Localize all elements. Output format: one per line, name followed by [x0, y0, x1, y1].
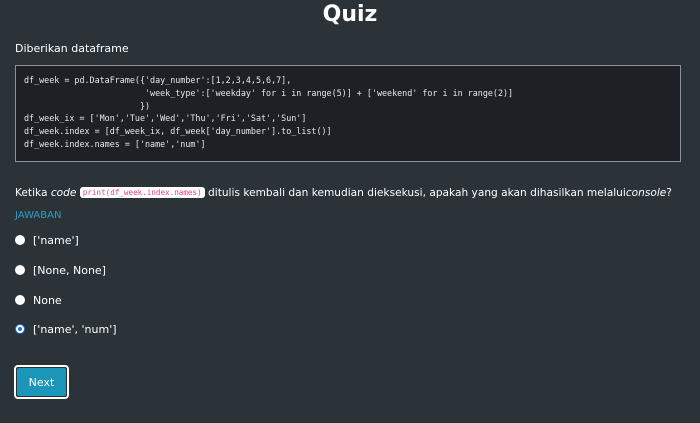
answer-option-label[interactable]: [None, None]	[33, 264, 106, 277]
radio-button[interactable]	[15, 295, 25, 305]
page-title: Quiz	[322, 2, 378, 27]
answer-label: JAWABAN	[15, 210, 62, 221]
next-button-focus-ring: Next	[14, 365, 69, 399]
quiz-page: Quiz Diberikan dataframe df_week = pd.Da…	[0, 0, 700, 423]
prompt-intro: Diberikan dataframe	[15, 42, 129, 55]
question-prefix: Ketika	[15, 187, 51, 199]
answer-option-2[interactable]: [None, None]	[15, 262, 106, 278]
code-line: df_week.index = [df_week_ix, df_week['da…	[24, 126, 332, 137]
code-line: df_week_ix = ['Mon','Tue','Wed','Thu','F…	[24, 113, 307, 124]
answer-option-label[interactable]: ['name']	[33, 234, 79, 247]
code-block: df_week = pd.DataFrame({'day_number':[1,…	[15, 65, 681, 162]
next-button[interactable]: Next	[17, 368, 66, 396]
question-suffix: ?	[666, 187, 672, 199]
answer-option-label[interactable]: None	[33, 294, 62, 307]
answer-option-label[interactable]: ['name', 'num']	[33, 323, 117, 336]
code-line: 'week_type':['weekday' for i in range(5)…	[24, 87, 514, 98]
code-line: df_week = pd.DataFrame({'day_number':[1,…	[24, 75, 292, 85]
radio-button[interactable]	[15, 265, 25, 275]
radio-button-selected[interactable]	[15, 324, 25, 334]
question-middle: ditulis kembali dan kemudian dieksekusi,…	[204, 187, 626, 199]
question-text: Ketika code print(df_week.index.names) d…	[15, 187, 695, 199]
question-code-word: code	[50, 187, 77, 199]
answer-option-1[interactable]: ['name']	[15, 232, 79, 248]
answer-option-4[interactable]: ['name', 'num']	[15, 321, 117, 337]
code-line: })	[24, 100, 151, 111]
question-inline-code: print(df_week.index.names)	[79, 187, 205, 198]
answer-option-3[interactable]: None	[15, 292, 62, 308]
code-line: df_week.index.names = ['name','num']	[24, 138, 206, 149]
code-text: df_week = pd.DataFrame({'day_number':[1,…	[24, 74, 672, 151]
radio-button[interactable]	[15, 235, 25, 245]
question-console-word: console	[625, 187, 667, 199]
